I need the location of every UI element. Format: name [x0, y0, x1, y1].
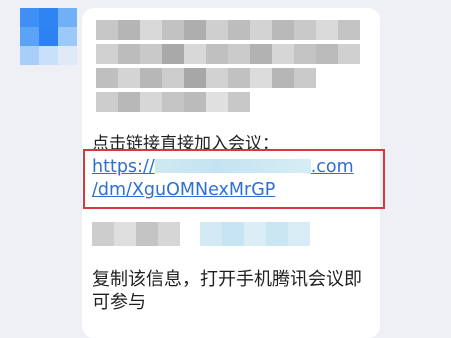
- meeting-link[interactable]: https:// .com /dm/XguOMNexMrGP: [92, 156, 377, 202]
- blurred-text-line: [96, 68, 316, 88]
- blurred-text-line: [92, 222, 180, 246]
- link-suffix[interactable]: .com: [311, 157, 354, 177]
- sender-avatar[interactable]: [20, 8, 78, 66]
- copy-instruction: 复制该信息，打开手机腾讯会议即可参与: [92, 269, 362, 313]
- blurred-text-line: [96, 92, 250, 112]
- blurred-link-line: [200, 222, 310, 246]
- masked-domain: [154, 159, 311, 173]
- link-prefix[interactable]: https://: [92, 157, 155, 177]
- meeting-link-line-1[interactable]: https:// .com: [92, 156, 377, 179]
- blurred-text-line: [96, 44, 360, 64]
- link-path[interactable]: /dm/XguOMNexMrGP: [92, 179, 377, 202]
- blurred-text-line: [96, 20, 360, 40]
